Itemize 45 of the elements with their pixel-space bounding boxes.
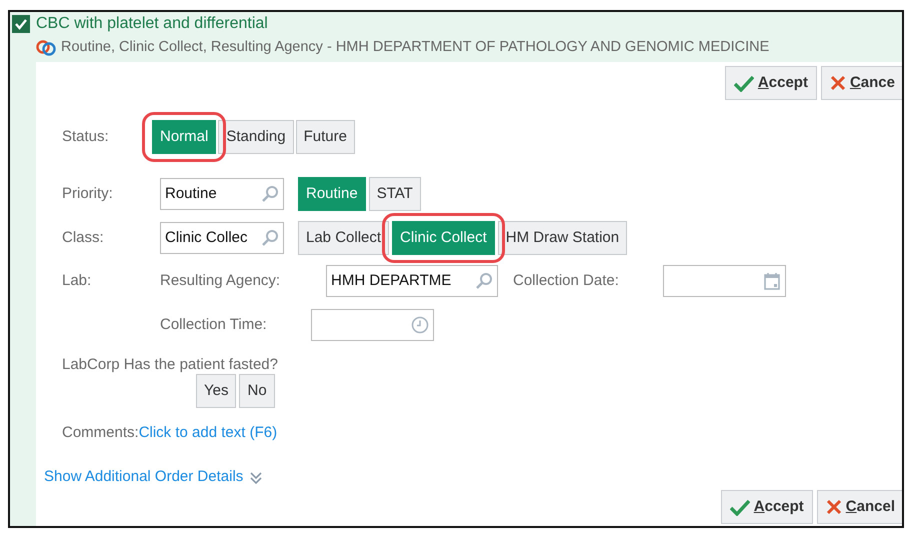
option-button[interactable]: HM Draw Station bbox=[498, 221, 628, 255]
field-label: LabCorp Has the patient fasted? bbox=[62, 355, 278, 375]
field-label: Comments: bbox=[62, 423, 139, 443]
close-icon bbox=[826, 499, 842, 515]
double-chevron-icon bbox=[249, 470, 264, 485]
cancel-button[interactable]: Cance bbox=[820, 66, 902, 100]
option-button[interactable]: Normal bbox=[152, 120, 216, 154]
search-icon bbox=[261, 185, 279, 203]
additional-details-link[interactable]: Show Additional Order Details bbox=[44, 466, 244, 488]
collection-date-field[interactable] bbox=[663, 265, 786, 297]
option-button[interactable]: Yes bbox=[196, 374, 236, 408]
search-icon bbox=[475, 272, 493, 290]
field-label: Collection Date: bbox=[513, 270, 620, 291]
priority-field[interactable]: Routine bbox=[160, 178, 284, 210]
class-field[interactable]: Clinic Collec bbox=[160, 222, 284, 254]
accept-button[interactable]: Accept bbox=[720, 490, 813, 524]
option-button[interactable]: Lab Collect bbox=[298, 221, 390, 255]
field-label: Lab: bbox=[62, 270, 92, 291]
option-button[interactable]: Standing bbox=[218, 120, 294, 154]
field-label: Status: bbox=[62, 126, 110, 147]
option-button[interactable]: Clinic Collect bbox=[392, 221, 495, 255]
field-label: Class: bbox=[62, 228, 105, 248]
add-comment-link[interactable]: Click to add text (F6) bbox=[138, 422, 278, 444]
check-icon bbox=[730, 498, 750, 516]
collection-time-field[interactable] bbox=[311, 309, 434, 341]
cancel-button[interactable]: Cancel bbox=[816, 490, 902, 524]
linked-rings-icon bbox=[36, 38, 56, 58]
checkbox[interactable] bbox=[12, 15, 30, 33]
field-label: Priority: bbox=[62, 184, 114, 204]
option-button[interactable]: No bbox=[239, 374, 275, 408]
accept-button[interactable]: Accept bbox=[724, 66, 817, 100]
option-button[interactable]: Future bbox=[296, 120, 355, 154]
order-summary: Routine, Clinic Collect, Resulting Agency - HMH DEPARTMENT OF PATHOLOGY AND GENOMIC MEDICINE bbox=[61, 38, 770, 58]
close-icon bbox=[830, 75, 846, 91]
resulting-agency-field[interactable]: HMH DEPARTME bbox=[326, 265, 498, 297]
order-title: CBC with platelet and differential bbox=[36, 14, 268, 34]
search-icon bbox=[261, 229, 279, 247]
clock-icon bbox=[411, 316, 429, 334]
calendar-icon bbox=[763, 272, 781, 290]
check-icon bbox=[734, 74, 754, 92]
option-button[interactable]: Routine bbox=[298, 177, 366, 211]
check-icon bbox=[14, 17, 28, 31]
field-label: Collection Time: bbox=[160, 314, 268, 335]
option-button[interactable]: STAT bbox=[368, 177, 421, 211]
field-label: Resulting Agency: bbox=[160, 270, 282, 291]
